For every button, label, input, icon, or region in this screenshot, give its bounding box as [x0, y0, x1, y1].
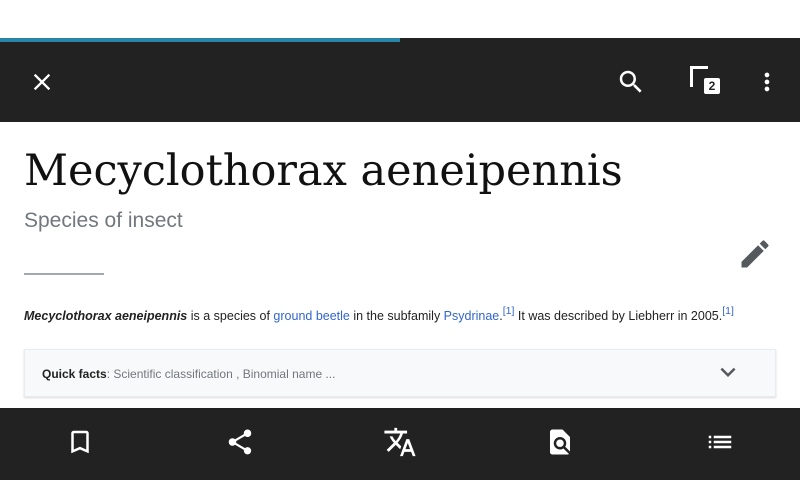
- save-button[interactable]: [56, 420, 104, 468]
- link-ground-beetle[interactable]: ground beetle: [273, 309, 349, 323]
- find-in-page-button[interactable]: [536, 420, 584, 468]
- link-psydrinae[interactable]: Psydrinae: [444, 309, 500, 323]
- bottom-action-bar: [0, 408, 800, 480]
- translate-icon: [383, 425, 417, 464]
- share-button[interactable]: [216, 420, 264, 468]
- quick-facts-panel[interactable]: Quick facts: Scientific classification ,…: [24, 349, 776, 397]
- quick-facts-label: Quick facts: [42, 367, 107, 381]
- find-in-page-icon: [545, 427, 575, 462]
- tabs-count-badge: 2: [704, 78, 720, 94]
- share-icon: [225, 427, 255, 462]
- intro-text: is a species of: [187, 309, 274, 323]
- article-content: Mecyclothorax aeneipennis Species of ins…: [0, 122, 800, 408]
- pencil-icon: [737, 236, 773, 277]
- overflow-menu-button[interactable]: [743, 58, 791, 106]
- top-toolbar: 2: [0, 42, 800, 122]
- page-title: Mecyclothorax aeneipennis: [24, 146, 623, 196]
- tabs-button[interactable]: 2: [680, 58, 728, 106]
- intro-text: It was described by Liebherr in 2005.: [514, 309, 723, 323]
- quick-facts-text: Quick facts: Scientific classification ,…: [42, 365, 335, 383]
- search-button[interactable]: [607, 58, 655, 106]
- contents-icon: [705, 427, 735, 462]
- reference-link[interactable]: [1]: [503, 305, 515, 317]
- search-icon: [616, 67, 646, 97]
- page-description: Species of insect: [24, 209, 183, 232]
- intro-paragraph: Mecyclothorax aeneipennis is a species o…: [24, 306, 784, 326]
- edit-button[interactable]: [731, 232, 779, 280]
- title-divider: [24, 273, 104, 275]
- status-area: [0, 0, 800, 38]
- close-icon: [28, 68, 56, 96]
- chevron-down-icon: [713, 357, 743, 392]
- bookmark-icon: [65, 427, 95, 462]
- expand-quick-facts-button[interactable]: [708, 359, 748, 389]
- language-button[interactable]: [376, 420, 424, 468]
- article-subject: Mecyclothorax aeneipennis: [24, 309, 188, 323]
- intro-text: in the subfamily: [349, 309, 444, 323]
- more-vertical-icon: [753, 68, 781, 96]
- reference-link[interactable]: [1]: [722, 305, 734, 317]
- contents-button[interactable]: [696, 420, 744, 468]
- close-button[interactable]: [18, 58, 66, 106]
- quick-facts-summary: : Scientific classification , Binomial n…: [106, 367, 336, 381]
